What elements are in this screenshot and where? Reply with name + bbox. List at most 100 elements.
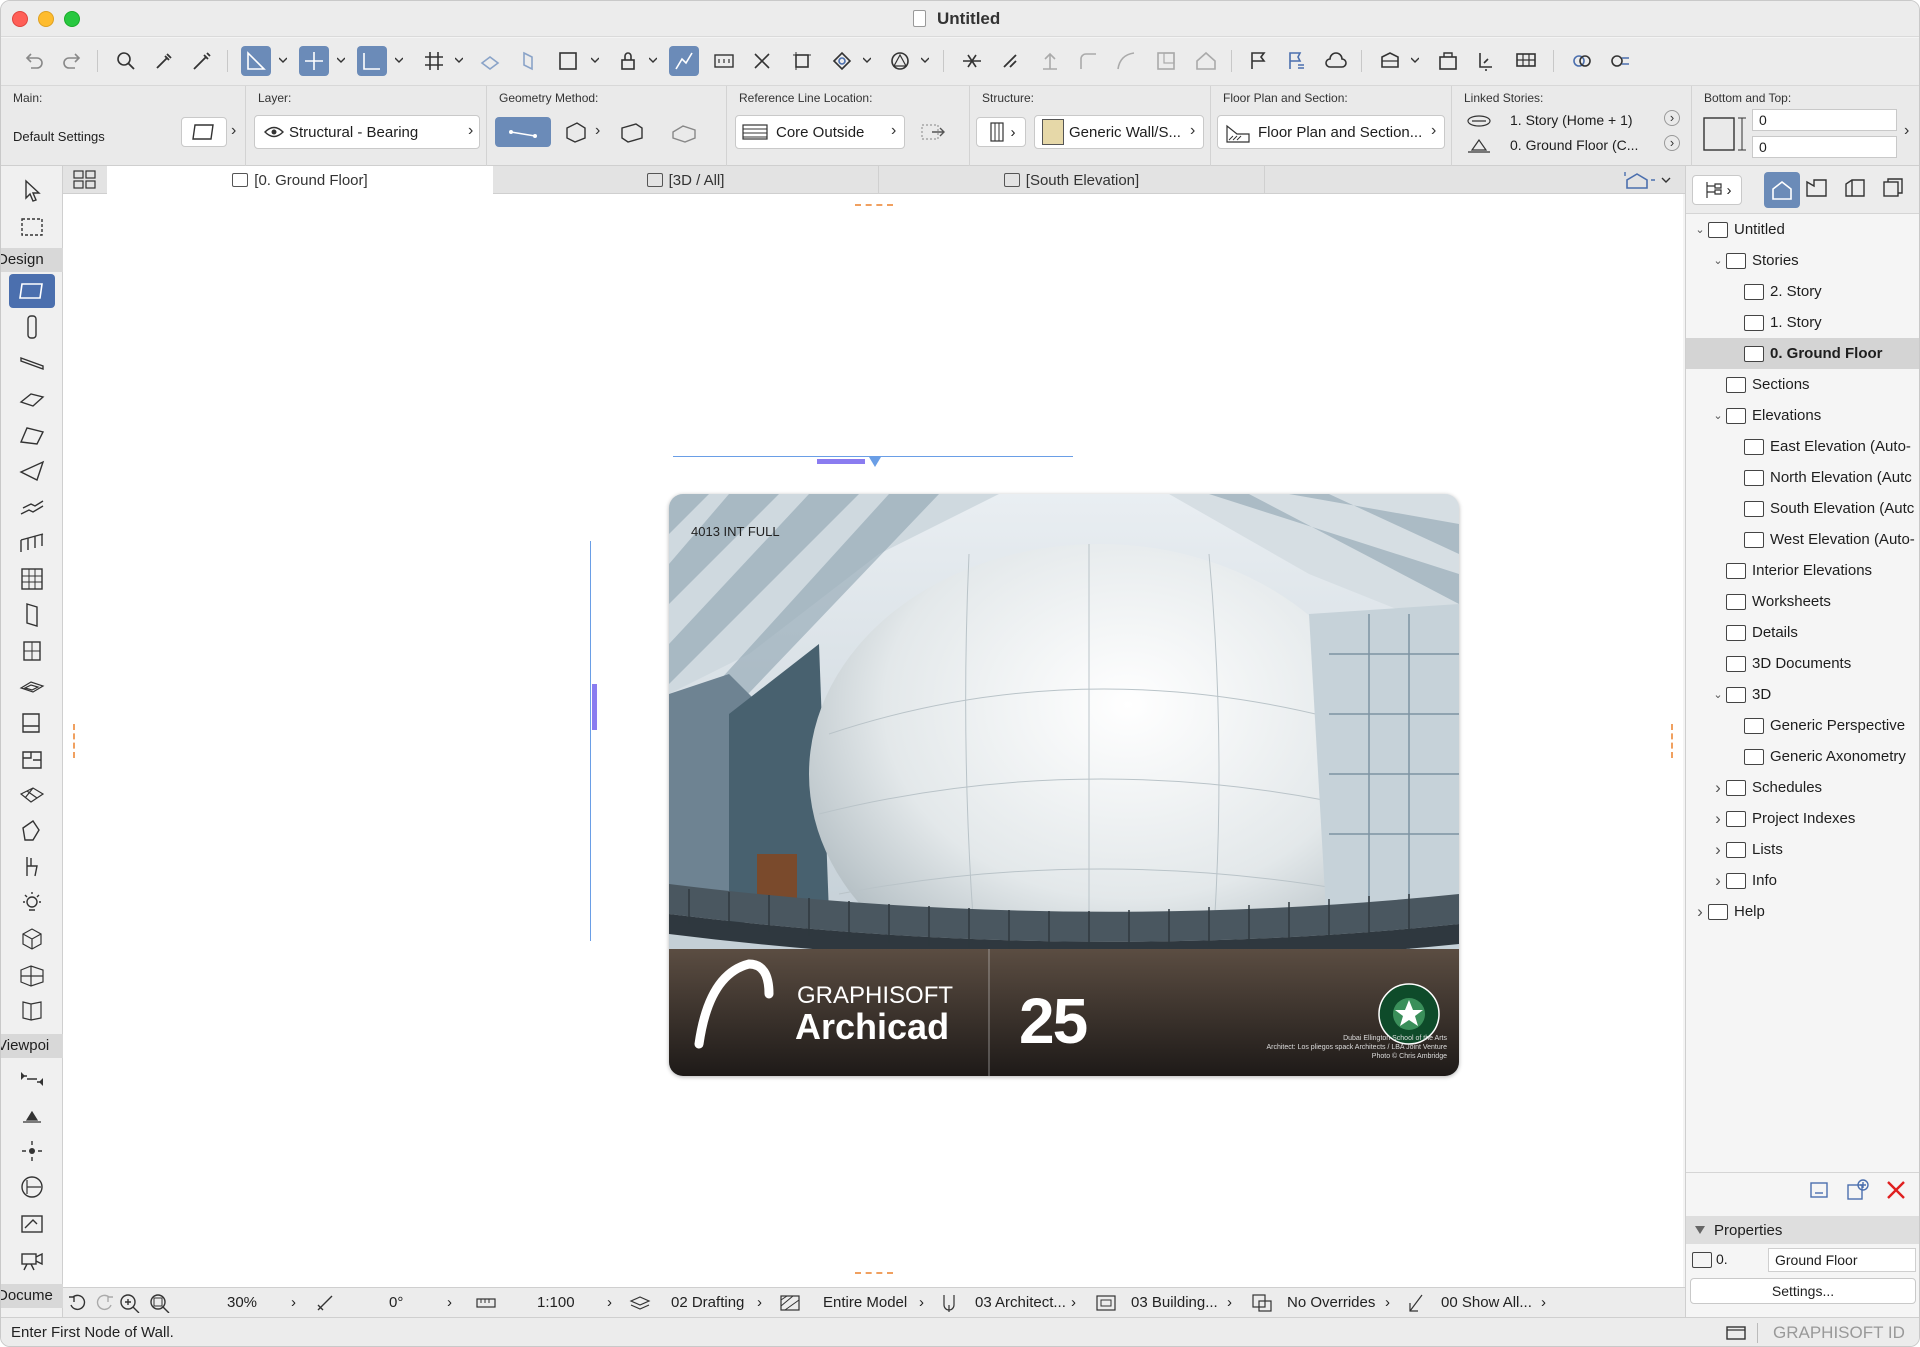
undo-icon[interactable] (19, 46, 49, 76)
navigator-item[interactable]: ⌄ Stories (1686, 245, 1919, 276)
chevron-right-icon[interactable]: › (1904, 122, 1909, 140)
zone-tool-icon[interactable] (9, 922, 55, 956)
roof-icon[interactable] (1191, 46, 1221, 76)
lock-icon[interactable] (613, 46, 643, 76)
chevron-down-icon[interactable]: ⌄ (1692, 223, 1708, 236)
resize-icon[interactable] (1151, 46, 1181, 76)
pen-set-value[interactable]: 03 Architect... (975, 1294, 1066, 1311)
mesh-tool-icon[interactable] (9, 778, 55, 812)
morph-tool-icon[interactable] (9, 814, 55, 848)
project-map-tab[interactable] (1764, 172, 1800, 208)
chevron-right-icon[interactable]: › (607, 1294, 612, 1311)
guide-handle[interactable] (817, 459, 865, 464)
chevron-right-icon[interactable]: › (757, 1294, 762, 1311)
marquee-tool-icon[interactable] (9, 210, 55, 244)
navigator-item[interactable]: Worksheets (1686, 586, 1919, 617)
rotated-rectangle-button[interactable] (667, 117, 701, 147)
tab-ground-floor[interactable]: [0. Ground Floor] (107, 166, 493, 194)
bottom-offset-input[interactable]: 0 (1752, 136, 1897, 158)
tab-south-elevation[interactable]: [South Elevation] (879, 166, 1265, 194)
corner-window-tool-icon[interactable] (9, 742, 55, 776)
cloud-sync-icon[interactable] (1321, 46, 1351, 76)
chevron-down-icon[interactable]: ⌄ (1710, 409, 1726, 422)
chevron-right-icon[interactable]: › (447, 1294, 452, 1311)
navigator-item[interactable]: › Help (1686, 896, 1919, 927)
skylight-tool-icon[interactable] (9, 670, 55, 704)
navigator-item[interactable]: 3D Documents (1686, 648, 1919, 679)
arrow-tool-icon[interactable] (9, 174, 55, 208)
navigator-item[interactable]: Details (1686, 617, 1919, 648)
opening-tool-icon[interactable] (9, 994, 55, 1028)
lamp-tool-icon[interactable] (9, 886, 55, 920)
stair-tool-icon[interactable] (9, 490, 55, 524)
grid-view-icon[interactable] (71, 169, 99, 191)
rotate-icon[interactable] (827, 46, 857, 76)
import-icon[interactable] (1471, 46, 1501, 76)
clone-view-icon[interactable] (1846, 1179, 1872, 1203)
curtain-wall-tool-icon[interactable] (9, 562, 55, 596)
worksheet-tool-icon[interactable] (9, 1170, 55, 1204)
orientation-value[interactable]: 0° (389, 1294, 403, 1311)
chevron-right-icon[interactable]: › (231, 122, 236, 140)
layout-icon[interactable] (1375, 46, 1405, 76)
navigator-item[interactable]: East Elevation (Auto- (1686, 431, 1919, 462)
chevron-down-icon[interactable]: ⌄ (1710, 688, 1726, 701)
story-name-input[interactable]: Ground Floor (1768, 1248, 1916, 1272)
new-view-icon[interactable] (1808, 1179, 1834, 1203)
send-receive-icon[interactable] (1605, 46, 1635, 76)
navigator-item[interactable]: Generic Perspective (1686, 710, 1919, 741)
tab-3d-all[interactable]: [3D / All] (493, 166, 879, 194)
navigator-item[interactable]: ⌄ Elevations (1686, 400, 1919, 431)
chevron-right-icon[interactable]: › (1227, 1294, 1232, 1311)
chevron-down-icon[interactable]: ⌄ (1710, 254, 1726, 267)
suspend-groups-icon[interactable] (669, 46, 699, 76)
coordinates-icon[interactable] (357, 46, 387, 76)
guide-lines-icon[interactable] (299, 46, 329, 76)
view-switch-button[interactable] (1623, 168, 1677, 192)
curtain-panel-tool-icon[interactable] (9, 958, 55, 992)
chevron-right-icon[interactable]: › (291, 1294, 296, 1311)
top-linked-story[interactable]: 1. Story (Home + 1) (1510, 112, 1633, 128)
find-select-icon[interactable] (111, 46, 141, 76)
publish-icon[interactable] (1433, 46, 1463, 76)
close-window-button[interactable] (12, 11, 28, 27)
scale-value[interactable]: 1:100 (537, 1294, 575, 1311)
teamwork-icon[interactable] (1567, 46, 1597, 76)
structure-type-button[interactable]: › (976, 117, 1026, 147)
graphic-override-value[interactable]: No Overrides (1287, 1294, 1375, 1311)
info-panel-icon[interactable] (1725, 1324, 1747, 1342)
roof-tool-icon[interactable] (9, 418, 55, 452)
shell-tool-icon[interactable] (9, 454, 55, 488)
floorplan-section-button[interactable]: Floor Plan and Section... (1217, 115, 1445, 149)
graphisoft-id-button[interactable]: GRAPHISOFT ID (1773, 1323, 1905, 1343)
bottom-linked-story[interactable]: 0. Ground Floor (C... (1510, 137, 1638, 153)
navigator-item[interactable]: 0. Ground Floor (1686, 338, 1919, 369)
adjust-icon[interactable] (787, 46, 817, 76)
window-tool-icon[interactable] (9, 634, 55, 668)
navigator-item[interactable]: 1. Story (1686, 307, 1919, 338)
dimension-icon[interactable] (709, 46, 739, 76)
navigator-item[interactable]: South Elevation (Autc (1686, 493, 1919, 524)
section-tool-icon[interactable] (9, 1062, 55, 1096)
design-group-label[interactable]: Design (1, 248, 63, 272)
navigator-item[interactable]: ⌄ Untitled (1686, 214, 1919, 245)
curve-icon[interactable] (1111, 46, 1141, 76)
eyedropper-icon[interactable] (149, 46, 179, 76)
wall-plane-icon[interactable] (513, 46, 543, 76)
zoom-previous-icon[interactable] (67, 1293, 89, 1313)
wall-end-tool-icon[interactable] (9, 706, 55, 740)
publisher-sets-tab[interactable] (1880, 176, 1910, 204)
fillet-icon[interactable] (1073, 46, 1103, 76)
split-icon[interactable] (957, 46, 987, 76)
flag-icon[interactable] (1243, 46, 1273, 76)
layer-combination-value[interactable]: 02 Drafting (671, 1294, 744, 1311)
navigator-item[interactable]: Generic Axonometry (1686, 741, 1919, 772)
layout-book-tab[interactable] (1842, 176, 1872, 204)
navigator-item[interactable]: ⌄ 3D (1686, 679, 1919, 710)
flip-refline-button[interactable] (915, 117, 949, 147)
document-group-label[interactable]: Docume (1, 1284, 63, 1308)
renovation-filter-value[interactable]: 00 Show All... (1441, 1294, 1532, 1311)
railing-tool-icon[interactable] (9, 526, 55, 560)
vertical-guide-handle[interactable] (592, 684, 597, 730)
layer-select[interactable]: Structural - Bearing (254, 115, 480, 149)
